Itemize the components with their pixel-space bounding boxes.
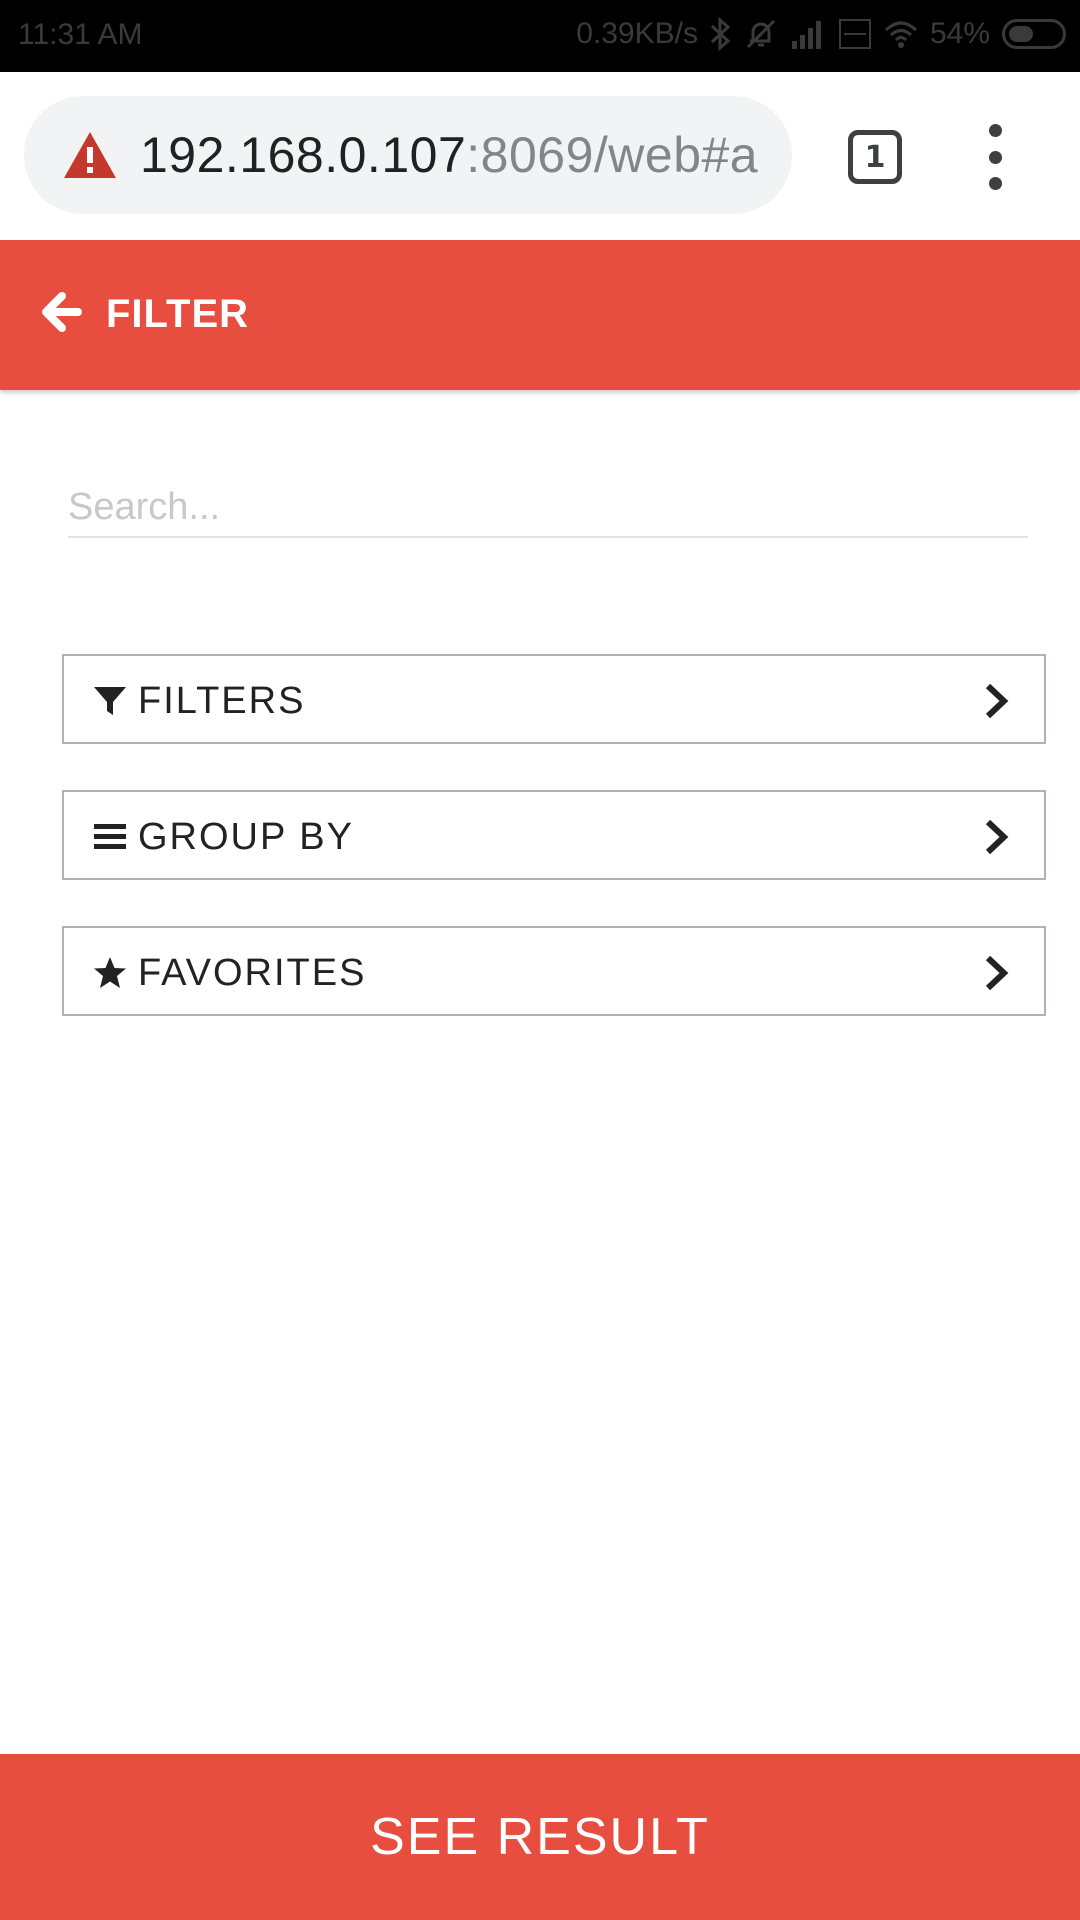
tab-switcher-button[interactable]: 1 [848,130,902,184]
battery-percent: 54% [929,17,990,50]
chevron-right-icon [985,819,1009,855]
wifi-icon [884,16,918,52]
network-speed: 0.39KB/s [576,17,698,50]
chevron-right-icon [985,955,1009,991]
status-time: 11:31 AM [18,18,143,51]
url-host: 192.168.0.107 [140,127,467,183]
filters-label: FILTERS [138,680,306,722]
url-text[interactable]: 192.168.0.107:8069/web#a [140,126,780,184]
star-icon [94,957,126,988]
more-vert-icon[interactable] [980,124,1010,190]
warning-icon[interactable] [62,130,118,180]
group-by-label: GROUP BY [138,816,354,858]
group-by-option[interactable]: GROUP BY [62,790,1046,880]
app-header: FILTER [0,240,1080,390]
signal-icon [790,16,826,52]
url-path: :8069/web#a [466,127,759,183]
favorites-option[interactable]: FAVORITES [62,926,1046,1016]
status-bar: 11:31 AM 0.39KB/s 54% [0,0,1080,72]
bars-icon [94,824,126,849]
browser-toolbar: 192.168.0.107:8069/web#a 1 [0,72,1080,240]
bluetooth-icon [710,16,732,52]
status-icons: 0.39KB/s 54% [576,16,1066,52]
favorites-label: FAVORITES [138,952,367,994]
volte-icon [838,16,872,52]
see-result-button[interactable]: SEE RESULT [0,1754,1080,1920]
filter-icon [94,687,126,715]
mute-icon [744,16,778,52]
search-input[interactable] [68,478,1028,538]
filters-option[interactable]: FILTERS [62,654,1046,744]
arrow-left-icon[interactable] [40,290,84,334]
battery-icon [1002,19,1066,49]
url-bar[interactable]: 192.168.0.107:8069/web#a [24,96,792,214]
page-title: FILTER [106,292,250,336]
chevron-right-icon [985,683,1009,719]
